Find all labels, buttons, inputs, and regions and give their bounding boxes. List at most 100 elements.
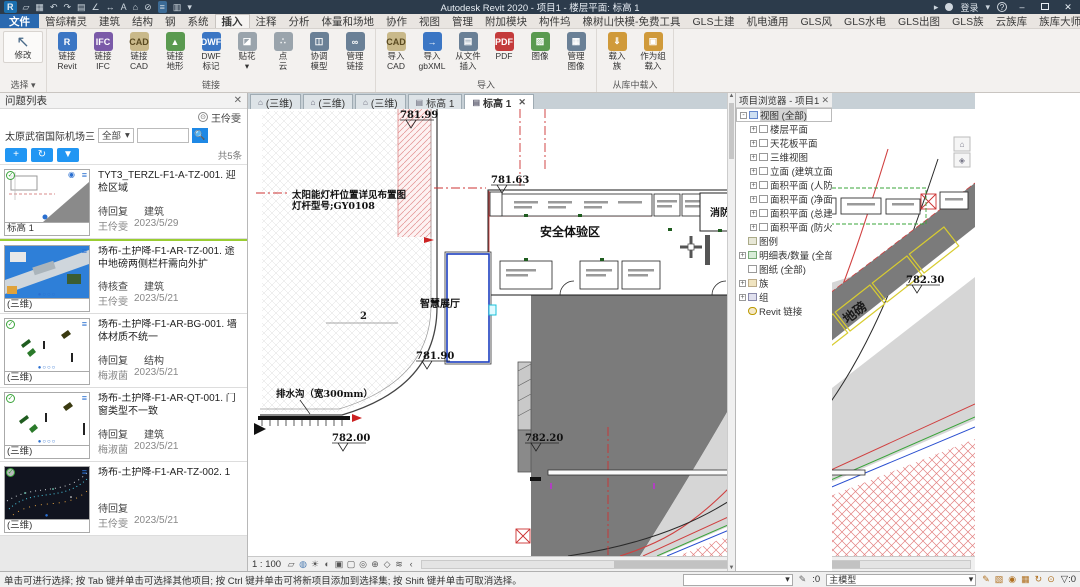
tree-expander-icon[interactable]: + [750,196,757,203]
filter-count[interactable]: ▽:0 [1061,574,1076,585]
tree-expander-icon[interactable]: - [740,112,747,119]
revit-app-icon[interactable]: R [4,1,17,13]
ribbon-tab[interactable]: 钢 [159,14,182,28]
select-panel-label[interactable]: 选择 ▾ [3,79,43,92]
ribbon-button[interactable]: R 链接 Revit [50,31,84,71]
refresh-button[interactable]: ↻ [31,148,53,162]
tree-item[interactable]: + 三维视图 [736,150,832,164]
ribbon-tab[interactable]: 管综精灵 [39,14,93,28]
tree-expander-icon[interactable]: + [739,280,746,287]
ribbon-tab[interactable]: 视图 [413,14,446,28]
help-icon[interactable]: ? [997,2,1007,12]
user-interface-icon[interactable]: ▥ [173,1,182,13]
minimize-button[interactable]: – [1014,2,1030,12]
add-issue-button[interactable]: + [5,148,27,162]
issue-thumbnail[interactable]: ✓ ≡ ●○○○ [4,318,90,372]
ribbon-button[interactable]: DWF DWF 标记 [194,31,228,71]
ribbon-button[interactable]: PDF PDF [487,31,521,62]
tree-item[interactable]: + 面积平面 (人防分区面积) [736,178,832,192]
thumbnail-pin-icon[interactable]: ◉ [68,170,75,179]
ribbon-tab[interactable]: GLS土建 [687,14,741,28]
ribbon-button[interactable]: ∞ 管理 链接 [338,31,372,71]
text-icon[interactable]: A [121,1,127,13]
ribbon-tab[interactable]: GLS水电 [838,14,892,28]
measure-icon[interactable]: ∠ [92,1,100,13]
tree-item[interactable]: + 族 [736,276,832,290]
ribbon-tab[interactable]: GLS风 [795,14,839,28]
temporary-hide-icon[interactable]: ◎ [357,559,369,570]
constraints-icon[interactable]: ≋ [393,559,405,570]
ribbon-tab[interactable]: 附加模块 [479,14,533,28]
thumbnail-menu-icon[interactable]: ≡ [82,467,87,477]
tree-item[interactable]: 图纸 (全部) [736,262,832,276]
tree-item[interactable]: + 明细表/数量 (全部) [736,248,832,262]
ribbon-button[interactable]: ▲ 链接 地形 [158,31,192,71]
tree-item[interactable]: + 立面 (建筑立面) [736,164,832,178]
tree-item[interactable]: + 组 [736,290,832,304]
tree-expander-icon[interactable]: + [750,168,757,175]
floor-plan-canvas[interactable]: 地磅 [248,109,975,556]
close-icon[interactable]: ✕ [234,95,242,106]
qat-menu-icon[interactable]: ▾ [187,1,192,13]
horizontal-scrollbar[interactable] [421,560,971,569]
ribbon-tab[interactable]: 插入 [215,14,250,28]
view-scale[interactable]: 1 : 100 [252,559,281,570]
ribbon-button[interactable]: → 导入 gbXML [415,31,449,71]
view-tab[interactable]: ▤标高 1 [408,94,463,109]
tree-item[interactable]: + 天花板平面 [736,136,832,150]
issue-filter-select[interactable]: 全部▾ [98,128,134,143]
smart-hall-wing[interactable]: 智慧展厅 [420,252,496,364]
tree-item[interactable]: + 面积平面 (净面积) [736,192,832,206]
ribbon-tab[interactable]: 机电通用 [741,14,795,28]
shadows-icon[interactable]: ◐ [321,559,333,570]
crop-view-icon[interactable]: ▣ [333,559,345,570]
thumbnail-pager-dots[interactable]: ●○○○ [5,365,89,371]
ribbon-tab[interactable]: 橡树山快模-免费工具 [577,14,687,28]
ribbon-button[interactable]: ▣ 作为组 载入 [636,31,670,71]
ribbon-tab[interactable]: GLS出图 [892,14,946,28]
selection-handle[interactable] [489,305,496,315]
save-icon[interactable]: ▦ [35,1,44,13]
print-icon[interactable]: ▤ [77,1,86,13]
thumbnail-pager-dots[interactable]: ●○○○ [5,292,89,298]
ribbon-button[interactable]: ▦ 管理 图像 [559,31,593,71]
aligned-dimension-icon[interactable]: ↔ [106,1,115,13]
view-tab[interactable]: ⌂(三维) [250,94,301,109]
detail-level-icon[interactable]: ▱ [285,559,297,570]
visual-style-icon[interactable]: ◍ [297,559,309,570]
tree-item[interactable]: + 楼层平面 [736,122,832,136]
ribbon-tab[interactable]: 管理 [446,14,479,28]
ribbon-tab[interactable]: 云族库 [990,14,1034,28]
search-toggle-icon[interactable]: ▸ [934,1,939,13]
cart-icon[interactable]: ▾ [985,1,990,13]
tree-item[interactable]: + 面积平面 (防火分区面积) [736,220,832,234]
thumbnail-pager-dots[interactable]: ●○○○ [5,439,89,445]
issue-thumbnail[interactable]: ✓ ◉ ≡ [4,169,90,223]
thin-lines-icon[interactable]: ≡ [158,1,167,13]
worksets-select[interactable]: 主模型▾ [826,574,976,586]
ribbon-button[interactable]: ▨ 图像 [523,31,557,62]
tree-item[interactable]: 图例 [736,234,832,248]
tree-expander-icon[interactable]: + [750,210,757,217]
select-pinned-icon[interactable]: ⊙ [1047,574,1055,585]
issue-item[interactable]: ✓ ≡ ●○○○ (三维) 场布-土护降-F1-AR-BG-001. 墙体材质不… [0,314,247,388]
thumbnail-menu-icon[interactable]: ≡ [82,393,87,403]
undo-icon[interactable]: ↶ [50,1,58,13]
default-3d-view-icon[interactable]: ⌂ [133,1,138,13]
ribbon-tab[interactable]: 族库大师V6.2 [1033,14,1080,28]
modify-button[interactable]: ↖ 修改 [3,31,43,63]
building-complex[interactable]: 安全体验区 消防泵房 [488,190,765,295]
close-tab-icon[interactable]: ✕ [518,97,526,108]
tree-expander-icon[interactable]: + [750,154,757,161]
ribbon-tab[interactable]: 文件 [0,14,39,28]
ribbon-button[interactable]: ▤ 从文件 插入 [451,31,485,71]
close-icon[interactable]: ✕ [821,95,829,106]
redo-icon[interactable]: ↷ [63,1,71,13]
ribbon-tab[interactable]: 协作 [380,14,413,28]
ribbon-tab[interactable]: 注释 [250,14,283,28]
thumbnail-pager-dots[interactable]: ● [5,513,89,519]
ribbon-tab[interactable]: GLS族 [946,14,990,28]
issue-item[interactable]: ✓ ≡ ●○○○ (三维) 场布-土护降-F1-AR-QT-001. 门窗类型不… [0,388,247,462]
issue-item[interactable]: ✓ ◉ ≡ 标高 1 TYT3_TERZL-F1-A-TZ-001. 迎检区域 … [0,165,247,239]
tree-item[interactable]: Revit 链接 [736,304,832,318]
